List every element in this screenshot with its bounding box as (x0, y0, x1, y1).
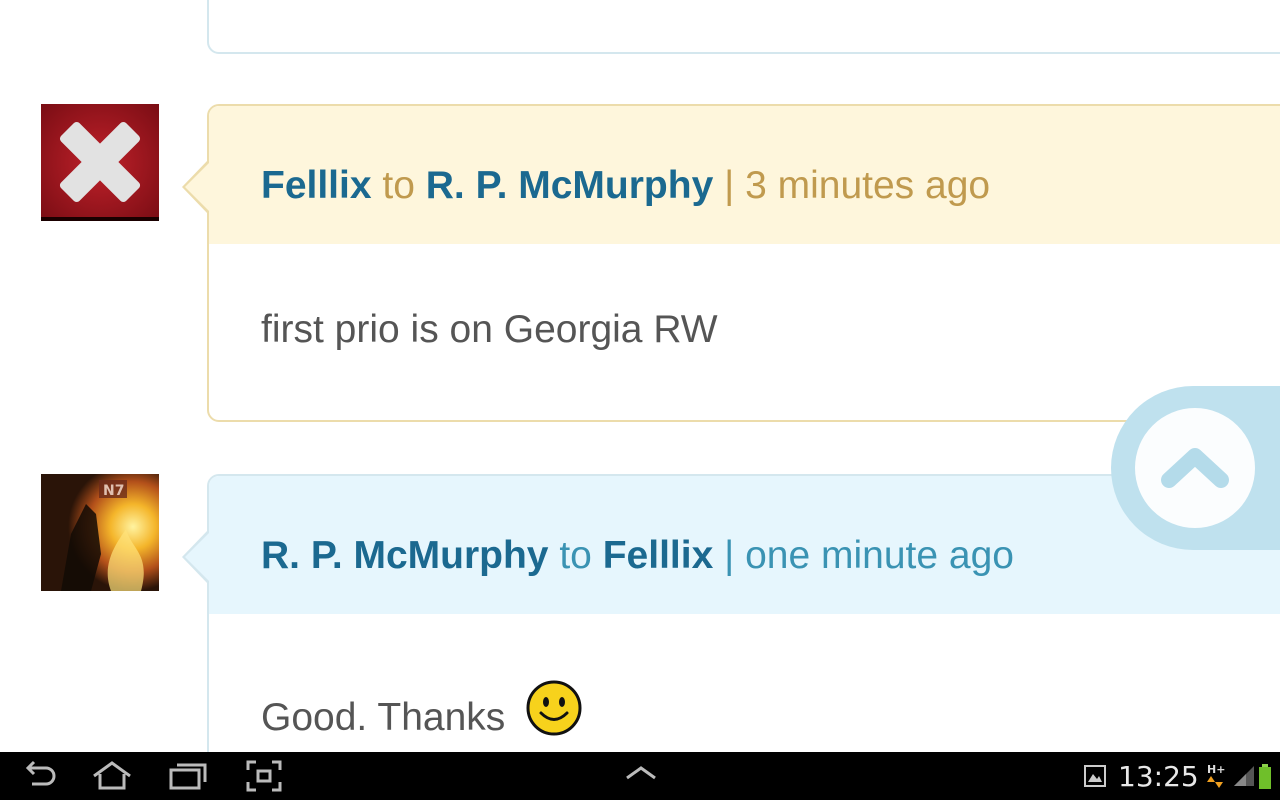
avatar[interactable] (41, 104, 159, 221)
n7-fire-avatar-icon: N7 (41, 474, 159, 591)
back-button[interactable] (20, 760, 58, 797)
separator: | (724, 534, 735, 577)
red-x-avatar-icon (41, 104, 159, 221)
recipient-link[interactable]: Felllix (603, 534, 714, 577)
battery-indicator (1258, 764, 1272, 795)
chevron-up-icon (1161, 448, 1229, 488)
scroll-to-top-button[interactable] (1111, 386, 1280, 550)
smiley-icon (526, 680, 582, 736)
svg-text:H+: H+ (1207, 763, 1225, 776)
comment-body: first prio is on Georgia RW (209, 244, 1280, 420)
signal-icon (1234, 766, 1254, 786)
comment-text: Good. Thanks (261, 696, 506, 739)
author-link[interactable]: R. P. McMurphy (261, 534, 549, 577)
separator: | (724, 164, 735, 207)
signal-indicator (1232, 764, 1256, 793)
timestamp: one minute ago (745, 534, 1014, 577)
connector-text: to (382, 164, 415, 207)
comment-header: Felllix to R. P. McMurphy | 3 minutes ag… (209, 106, 1280, 244)
avatar[interactable]: N7 (41, 474, 159, 591)
screenshot-button[interactable] (246, 760, 282, 797)
connector-text: to (559, 534, 592, 577)
svg-text:N7: N7 (103, 483, 124, 499)
back-icon (25, 760, 56, 786)
system-navigation-bar: 13:25 H+ (0, 752, 1280, 800)
gallery-notification[interactable] (1084, 765, 1106, 792)
image-icon (1084, 765, 1106, 787)
menu-up-button[interactable] (624, 764, 658, 789)
comment-thread: Felllix to R. P. McMurphy | 3 minutes ag… (0, 0, 1280, 752)
comment-card: Felllix to R. P. McMurphy | 3 minutes ag… (182, 104, 1280, 422)
home-button[interactable] (90, 760, 134, 797)
screenshot-icon (246, 760, 282, 792)
recent-apps-button[interactable] (168, 760, 208, 797)
network-indicator: H+ (1206, 762, 1228, 795)
network-type-icon: H+ (1207, 763, 1225, 788)
comment-text: first prio is on Georgia RW (261, 308, 718, 351)
timestamp: 3 minutes ago (745, 164, 991, 207)
chevron-up-icon (626, 766, 656, 780)
author-link[interactable]: Felllix (261, 164, 372, 207)
previous-comment-card (207, 0, 1280, 54)
home-icon (93, 761, 131, 790)
clock: 13:25 (1118, 760, 1199, 793)
recipient-link[interactable]: R. P. McMurphy (426, 164, 714, 207)
comment-card: R. P. McMurphy to Felllix | one minute a… (182, 474, 1280, 752)
battery-icon (1259, 764, 1271, 789)
recent-apps-icon (169, 763, 207, 790)
